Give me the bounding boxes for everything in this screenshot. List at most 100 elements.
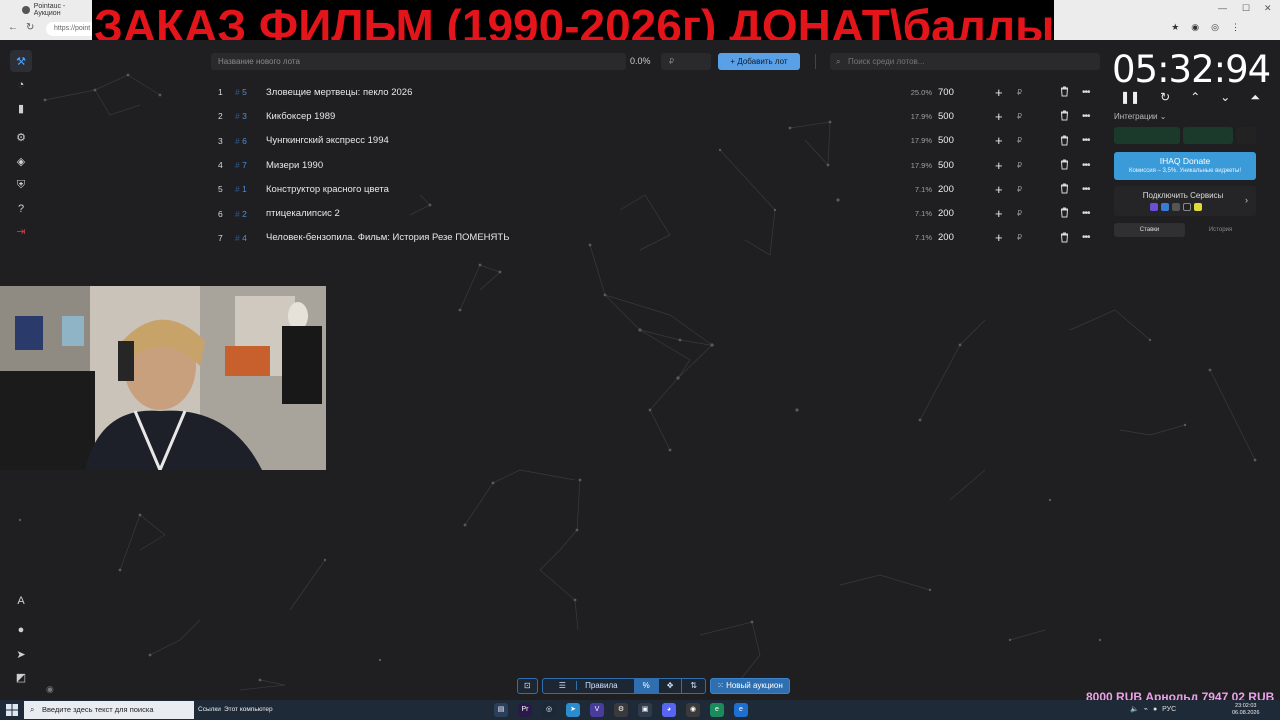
back-arrow-icon[interactable]: ← <box>8 22 18 33</box>
ruble-input[interactable]: ₽ <box>1017 136 1022 145</box>
move-icon[interactable]: ✥ <box>659 679 683 693</box>
reset-icon[interactable]: ↻ <box>1160 90 1170 105</box>
reload-icon[interactable]: ↻ <box>26 22 34 33</box>
add-amount-plus-icon[interactable]: + <box>995 109 1003 124</box>
telegram-icon[interactable]: ➤ <box>566 703 580 717</box>
lot-name[interactable]: Человек-бензопила. Фильм: История Резе П… <box>266 232 509 243</box>
taskbar-clock[interactable]: 23:02:03 06.08.2026 <box>1232 703 1260 717</box>
lot-name[interactable]: Мизери 1990 <box>266 160 323 171</box>
lot-amount[interactable]: 200 <box>938 232 954 243</box>
more-options-icon[interactable]: ••• <box>1082 135 1090 146</box>
add-amount-plus-icon[interactable]: + <box>995 158 1003 173</box>
ruble-input[interactable]: ₽ <box>1017 233 1022 242</box>
browser-icon[interactable]: e <box>734 703 748 717</box>
extension-icon[interactable]: ◎ <box>1211 22 1219 33</box>
settings-gear-icon[interactable]: ⚙ <box>614 703 628 717</box>
trash-icon[interactable] <box>1060 159 1069 170</box>
address-bar[interactable]: https://point <box>46 22 96 36</box>
menu-icon[interactable]: ⋮ <box>1231 22 1240 33</box>
more-options-icon[interactable]: ••• <box>1082 160 1090 171</box>
close-icon[interactable]: ✕ <box>1264 3 1272 14</box>
trash-icon[interactable] <box>1060 110 1069 121</box>
lot-amount[interactable]: 500 <box>938 135 954 146</box>
shield-icon[interactable]: ⛨ <box>10 174 32 196</box>
save-icon[interactable]: ⊡ <box>517 678 538 694</box>
lot-name[interactable]: Кикбоксер 1989 <box>266 111 335 122</box>
trash-icon[interactable] <box>1060 135 1069 146</box>
trash-icon[interactable] <box>1060 207 1069 218</box>
lot-amount[interactable]: 500 <box>938 160 954 171</box>
add-amount-plus-icon[interactable]: + <box>995 85 1003 100</box>
lot-name[interactable]: Зловещие мертвецы: пекло 2026 <box>266 87 412 98</box>
obs-icon[interactable]: ◉ <box>686 703 700 717</box>
lot-amount[interactable]: 500 <box>938 111 954 122</box>
taskbar-search-input[interactable]: ⌕ Введите здесь текст для поиска <box>24 701 194 719</box>
theme-icon[interactable]: ◩ <box>10 666 32 688</box>
lang-indicator[interactable]: РУС <box>1162 700 1176 720</box>
discord-icon[interactable]: ◕ <box>662 703 676 717</box>
kick-icon[interactable] <box>1236 127 1256 144</box>
premiere-icon[interactable]: Pr <box>518 703 532 717</box>
percent-mode-icon[interactable]: % <box>634 679 659 693</box>
integration-points-toggle[interactable] <box>1114 127 1180 144</box>
maximize-icon[interactable]: ☐ <box>1242 3 1250 14</box>
new-auction-button[interactable]: ⁙ Новый аукцион <box>710 678 790 694</box>
chevron-up-icon[interactable]: ⌃ <box>1190 90 1200 105</box>
rules-button[interactable]: ☰ Правила <box>543 679 635 693</box>
auction-hammer-icon[interactable]: ⚒ <box>10 50 32 72</box>
lot-name[interactable]: Конструктор красного цвета <box>266 184 389 195</box>
network-icon[interactable]: ⌁ <box>1144 700 1148 720</box>
ruble-input[interactable]: ₽ <box>1017 161 1022 170</box>
extension-icon[interactable]: ◉ <box>1191 22 1199 33</box>
ruble-input[interactable]: ₽ <box>1017 209 1022 218</box>
telegram-icon[interactable]: ➤ <box>10 643 32 665</box>
file-explorer-icon[interactable]: ▤ <box>494 703 508 717</box>
vpn-icon[interactable]: V <box>590 703 604 717</box>
add-amount-plus-icon[interactable]: + <box>995 182 1003 197</box>
amount-input[interactable]: ₽ <box>661 53 711 70</box>
app-icon[interactable]: ▣ <box>638 703 652 717</box>
more-options-icon[interactable]: ••• <box>1082 87 1090 98</box>
lot-search-input[interactable]: ⌕ Поиск среди лотов... <box>830 53 1100 70</box>
browser-tab[interactable]: Pointauc - Аукцион <box>22 3 92 17</box>
chevron-down-icon[interactable]: ⌄ <box>1220 90 1230 105</box>
new-lot-input[interactable]: Название нового лота <box>211 53 626 70</box>
eye-icon[interactable]: ◉ <box>46 684 54 695</box>
pause-icon[interactable]: ❚❚ <box>1120 90 1140 105</box>
trash-icon[interactable] <box>1060 86 1069 97</box>
add-amount-plus-icon[interactable]: + <box>995 230 1003 245</box>
more-options-icon[interactable]: ••• <box>1082 111 1090 122</box>
wheel-icon[interactable]: ◔ <box>10 74 32 96</box>
more-options-icon[interactable]: ••• <box>1082 208 1090 219</box>
double-chevron-up-icon[interactable]: ⏶ <box>1250 90 1260 105</box>
ruble-input[interactable]: ₽ <box>1017 112 1022 121</box>
integration-twitch-toggle[interactable] <box>1183 127 1233 144</box>
settings-gear-icon[interactable]: ⚙ <box>10 126 32 148</box>
github-icon[interactable]: ● <box>10 619 32 641</box>
minimize-icon[interactable]: — <box>1218 3 1227 13</box>
sort-icon[interactable]: ⇅ <box>682 679 705 693</box>
stats-icon[interactable]: ▮ <box>10 97 32 119</box>
add-lot-button[interactable]: + Добавить лот <box>718 53 800 70</box>
more-options-icon[interactable]: ••• <box>1082 184 1090 195</box>
trash-icon[interactable] <box>1060 183 1069 194</box>
edge-icon[interactable]: e <box>710 703 724 717</box>
ruble-input[interactable]: ₽ <box>1017 88 1022 97</box>
trash-icon[interactable] <box>1060 232 1069 243</box>
volume-icon[interactable]: 🔈 <box>1130 700 1139 720</box>
lot-amount[interactable]: 200 <box>938 208 954 219</box>
lot-name[interactable]: Чунгкингский экспресс 1994 <box>266 135 389 146</box>
connect-services-button[interactable]: Подключить Сервисы › <box>1114 186 1256 216</box>
this-pc-link[interactable]: Этот компьютер <box>224 700 273 720</box>
windows-start-icon[interactable] <box>6 704 18 716</box>
lot-name[interactable]: птицекалипсис 2 <box>266 208 340 219</box>
translate-icon[interactable]: A <box>10 590 32 612</box>
lot-amount[interactable]: 200 <box>938 184 954 195</box>
layers-icon[interactable]: ◈ <box>10 150 32 172</box>
tab-history[interactable]: История <box>1185 223 1256 237</box>
tab-bids[interactable]: Ставки <box>1114 223 1185 237</box>
more-options-icon[interactable]: ••• <box>1082 232 1090 243</box>
integrations-label[interactable]: Интеграции ⌄ <box>1114 112 1166 121</box>
links-toolbar[interactable]: Ссылки <box>198 700 221 720</box>
ruble-input[interactable]: ₽ <box>1017 185 1022 194</box>
